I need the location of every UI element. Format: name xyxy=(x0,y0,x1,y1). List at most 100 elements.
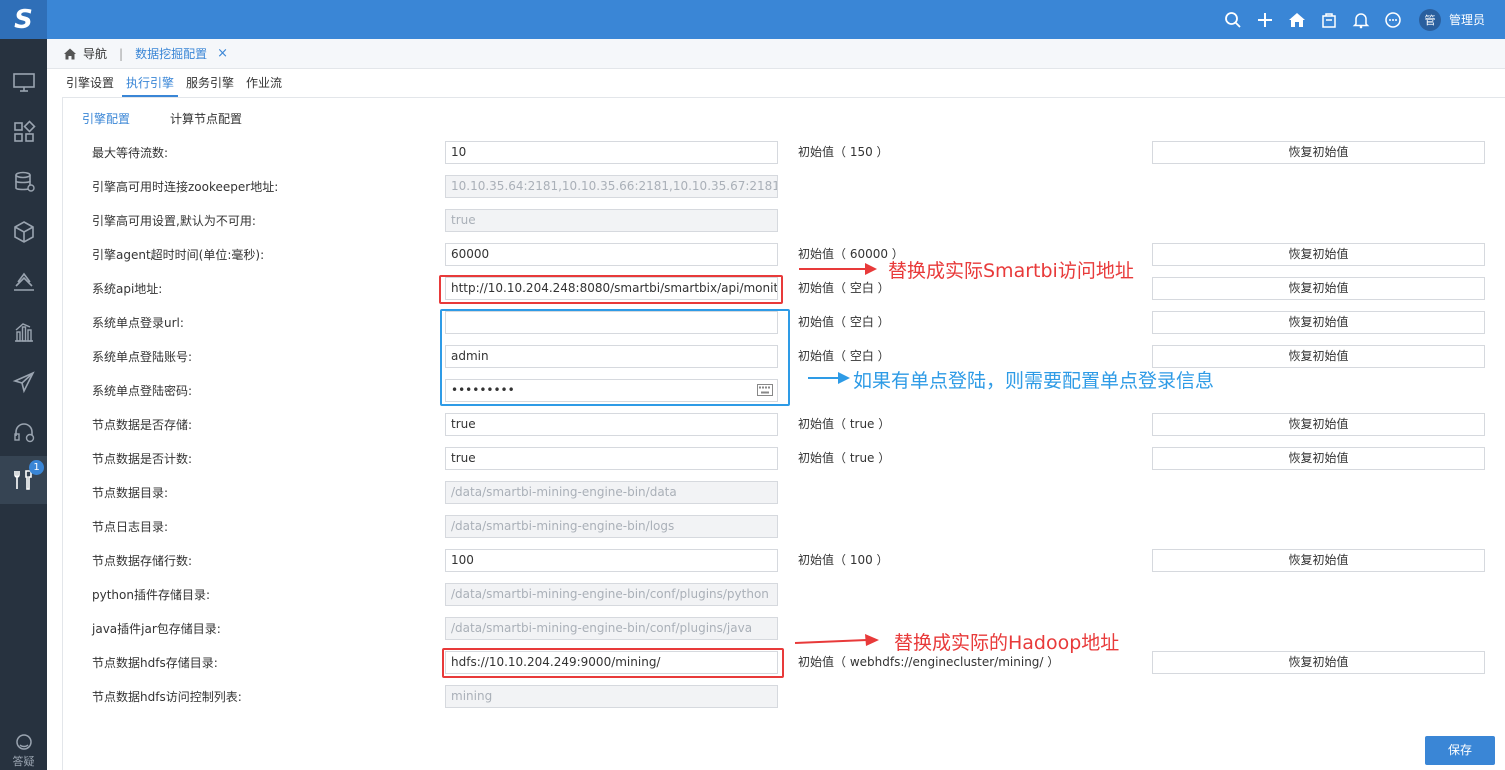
chat-icon[interactable] xyxy=(1377,0,1409,39)
input-value: 10 xyxy=(451,145,467,159)
annotation-smartbi: 替换成实际Smartbi访问地址 xyxy=(888,260,1134,282)
initial-value-text: 初始值（ 空白 ） xyxy=(798,281,890,295)
input-value: /data/smartbi-mining-engine-bin/data xyxy=(451,485,677,499)
breadcrumb-tab-mining-config[interactable]: 数据挖掘配置 xyxy=(135,45,207,62)
restore-default-button[interactable]: 恢复初始值 xyxy=(1152,345,1485,368)
input-value: true xyxy=(451,213,476,227)
config-input: /data/smartbi-mining-engine-bin/logs xyxy=(445,515,778,538)
input-value: true xyxy=(451,417,476,431)
field-label: 引擎高可用时连接zookeeper地址: xyxy=(92,180,279,194)
restore-default-button[interactable]: 恢复初始值 xyxy=(1152,243,1485,266)
config-input[interactable]: 100 xyxy=(445,549,778,572)
field-label: python插件存储目录: xyxy=(92,588,211,602)
form-row: 引擎agent超时时间(单位:毫秒): 60000 初始值（ 60000 ）恢复初始… xyxy=(0,243,1505,267)
field-label: java插件jar包存储目录: xyxy=(92,622,221,636)
bell-icon[interactable] xyxy=(1345,0,1377,39)
user-name[interactable]: 管理员 xyxy=(1449,11,1485,28)
restore-default-button[interactable]: 恢复初始值 xyxy=(1152,651,1485,674)
form-row: 节点日志目录: /data/smartbi-mining-engine-bin/l… xyxy=(0,515,1505,539)
input-value: 10.10.35.64:2181,10.10.35.66:2181,10.10.… xyxy=(451,179,778,193)
logo-text: S xyxy=(14,4,33,35)
input-value: /data/smartbi-mining-engine-bin/conf/plu… xyxy=(451,587,769,601)
help-icon xyxy=(15,734,32,750)
form-row: 节点数据目录: /data/smartbi-mining-engine-bin/d… xyxy=(0,481,1505,505)
form-row: python插件存储目录: /data/smartbi-mining-engine… xyxy=(0,583,1505,607)
config-input[interactable]: true xyxy=(445,413,778,436)
help-button[interactable]: 答疑 xyxy=(0,733,47,769)
tab-engine-settings[interactable]: 引擎设置 xyxy=(62,73,118,97)
initial-value-text: 初始值（ 100 ） xyxy=(798,553,889,567)
initial-value-text: 初始值（ true ） xyxy=(798,417,891,431)
form-row: 节点数据是否计数: true 初始值（ true ） 恢复初始值 xyxy=(0,447,1505,471)
help-label: 答疑 xyxy=(12,755,35,768)
config-input: 10.10.35.64:2181,10.10.35.66:2181,10.10.… xyxy=(445,175,778,198)
annotation-box-hadoop xyxy=(442,648,784,678)
bag-icon[interactable] xyxy=(1313,0,1345,39)
subtab-engine-config[interactable]: 引擎配置 xyxy=(82,110,130,127)
initial-value-text: 初始值（ true ） xyxy=(798,451,891,465)
field-label: 系统单点登陆密码: xyxy=(92,384,193,398)
annotation-arrow-smartbi xyxy=(799,263,877,275)
config-input[interactable]: 10 xyxy=(445,141,778,164)
annotation-sso: 如果有单点登陆，则需要配置单点登录信息 xyxy=(853,370,1215,392)
field-label: 引擎高可用设置,默认为不可用: xyxy=(92,214,256,228)
monitor-icon[interactable] xyxy=(0,58,47,106)
config-input: mining xyxy=(445,685,778,708)
breadcrumb-separator: | xyxy=(119,46,124,61)
config-input[interactable]: true xyxy=(445,447,778,470)
field-label: 节点数据是否计数: xyxy=(92,452,193,466)
search-icon[interactable] xyxy=(1217,0,1249,39)
input-value: 100 xyxy=(451,553,474,567)
form-row: 最大等待流数: 10 初始值（ 150 ） 恢复初始值 xyxy=(0,141,1505,165)
field-label: 系统单点登录url: xyxy=(92,316,184,330)
annotation-hadoop: 替换成实际的Hadoop地址 xyxy=(894,632,1120,654)
tab-service-engine[interactable]: 服务引擎 xyxy=(182,73,238,97)
config-input: /data/smartbi-mining-engine-bin/conf/plu… xyxy=(445,617,778,640)
input-value: /data/smartbi-mining-engine-bin/conf/plu… xyxy=(451,621,753,635)
field-label: 系统单点登陆账号: xyxy=(92,350,193,364)
subtab-compute-node-config[interactable]: 计算节点配置 xyxy=(170,110,242,127)
breadcrumb-nav[interactable]: 导航 xyxy=(83,45,107,62)
form-row: 引擎高可用时连接zookeeper地址: 10.10.35.64:2181,10.… xyxy=(0,175,1505,199)
field-label: 节点数据是否存储: xyxy=(92,418,193,432)
form-row: java插件jar包存储目录: /data/smartbi-mining-engi… xyxy=(0,617,1505,641)
nav-home-icon[interactable] xyxy=(63,47,77,61)
config-input[interactable]: 60000 xyxy=(445,243,778,266)
app-logo[interactable]: S xyxy=(0,0,47,39)
field-label: 系统api地址: xyxy=(92,282,163,296)
tab-workflow[interactable]: 作业流 xyxy=(242,73,286,97)
top-bar: S 管 管理员 xyxy=(0,0,1505,39)
avatar[interactable]: 管 xyxy=(1418,8,1441,31)
restore-default-button[interactable]: 恢复初始值 xyxy=(1152,141,1485,164)
field-label: 最大等待流数: xyxy=(92,146,169,160)
input-value: 60000 xyxy=(451,247,490,261)
tab-execution-engine[interactable]: 执行引擎 xyxy=(122,73,179,97)
restore-default-button[interactable]: 恢复初始值 xyxy=(1152,549,1485,572)
config-input: true xyxy=(445,209,778,232)
restore-default-button[interactable]: 恢复初始值 xyxy=(1152,277,1485,300)
config-input: /data/smartbi-mining-engine-bin/data xyxy=(445,481,778,504)
initial-value-text: 初始值（ 150 ） xyxy=(798,145,889,159)
input-value: mining xyxy=(451,689,493,703)
field-label: 节点数据hdfs访问控制列表: xyxy=(92,690,242,704)
form-row: 节点数据是否存储: true 初始值（ true ） 恢复初始值 xyxy=(0,413,1505,437)
save-button[interactable]: 保存 xyxy=(1425,736,1495,765)
restore-default-button[interactable]: 恢复初始值 xyxy=(1152,311,1485,334)
initial-value-text: 初始值（ 空白 ） xyxy=(798,315,890,329)
top-actions: 管 管理员 xyxy=(1217,0,1505,39)
config-input: /data/smartbi-mining-engine-bin/conf/plu… xyxy=(445,583,778,606)
field-label: 节点数据hdfs存储目录: xyxy=(92,656,218,670)
field-label: 节点数据目录: xyxy=(92,486,169,500)
annotation-box-smartbi xyxy=(439,275,783,304)
close-icon[interactable]: × xyxy=(217,46,228,61)
form-row: 节点数据存储行数: 100 初始值（ 100 ） 恢复初始值 xyxy=(0,549,1505,573)
input-value: /data/smartbi-mining-engine-bin/logs xyxy=(451,519,675,533)
input-value: true xyxy=(451,451,476,465)
form-row: 引擎高可用设置,默认为不可用: true xyxy=(0,209,1505,233)
restore-default-button[interactable]: 恢复初始值 xyxy=(1152,413,1485,436)
restore-default-button[interactable]: 恢复初始值 xyxy=(1152,447,1485,470)
sub-tabs: 引擎配置 计算节点配置 xyxy=(82,110,282,127)
plus-icon[interactable] xyxy=(1249,0,1281,39)
field-label: 节点日志目录: xyxy=(92,520,169,534)
home-icon[interactable] xyxy=(1281,0,1313,39)
